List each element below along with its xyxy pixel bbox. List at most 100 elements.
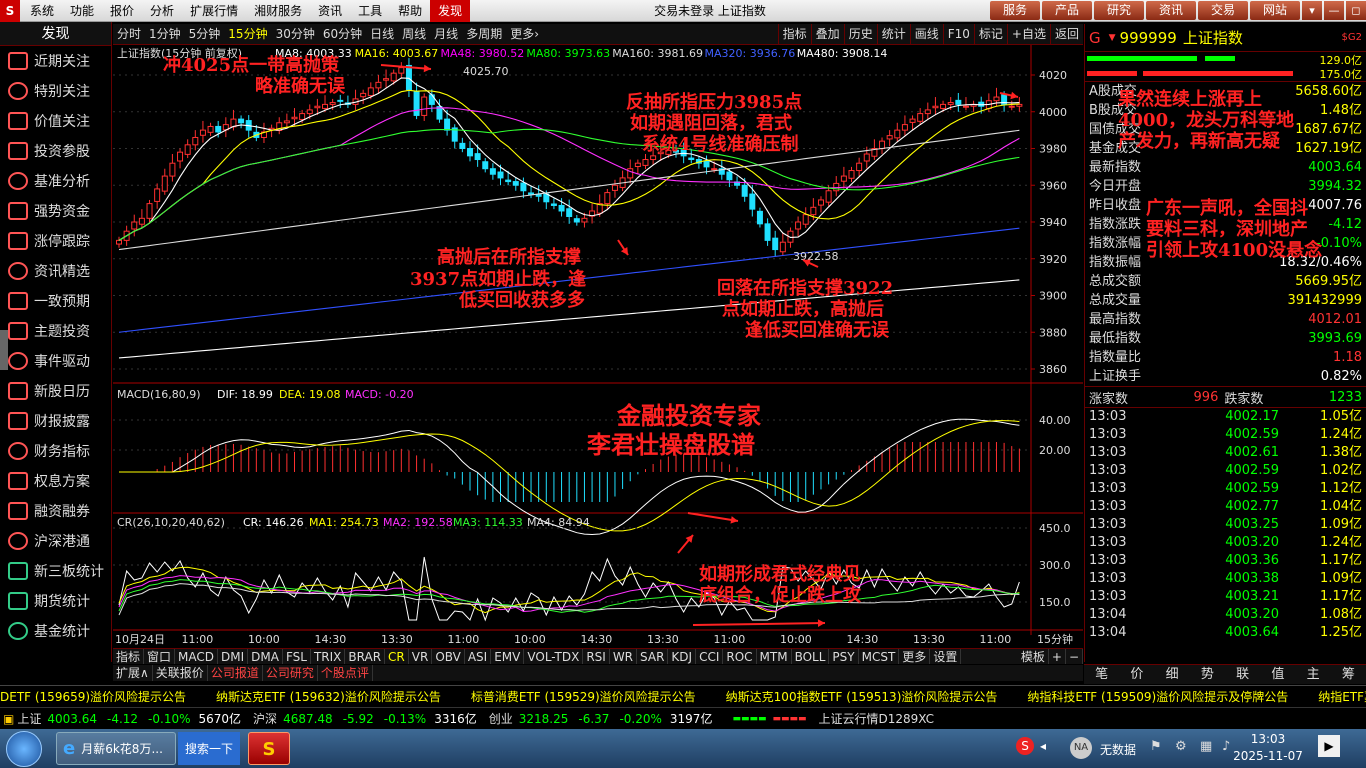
template-tab-0[interactable]: 模板 <box>1018 649 1049 664</box>
sidebar-item-12[interactable]: 财报披露 <box>0 406 111 436</box>
indicator-tab-9[interactable]: VR <box>409 649 433 664</box>
period-tab-6[interactable]: 日线 <box>366 24 398 44</box>
tray-arrow-icon[interactable]: ◂ <box>1040 739 1046 753</box>
trade-button[interactable]: 交易 <box>1198 1 1248 20</box>
sidebar-item-2[interactable]: 价值关注 <box>0 106 111 136</box>
period-tab-4[interactable]: 30分钟 <box>272 24 319 44</box>
ticker-item[interactable]: 纳指ETF嘉实 (15 <box>1318 686 1366 707</box>
indicator-tab-24[interactable]: 更多 <box>899 649 931 664</box>
service-button[interactable]: 服务 <box>990 1 1040 20</box>
sidebar-item-13[interactable]: 财务指标 <box>0 436 111 466</box>
indicator-tab-4[interactable]: DMA <box>248 649 283 664</box>
ticker-item[interactable]: 纳指科技ETF (159509)溢价风险提示及停牌公告 <box>1027 686 1288 707</box>
period-tab-3[interactable]: 15分钟 <box>224 24 271 44</box>
indicator-tab-7[interactable]: BRAR <box>345 649 386 664</box>
chart-tool-6[interactable]: 标记 <box>973 24 1007 45</box>
indicator-tab-0[interactable]: 指标 <box>113 649 145 664</box>
sidebar-item-14[interactable]: 权息方案 <box>0 466 111 496</box>
taskbar-ie-item[interactable]: e 月薪6k花8万... <box>56 732 176 765</box>
menu-function[interactable]: 功能 <box>62 0 102 22</box>
indicator-tab-20[interactable]: MTM <box>757 649 792 664</box>
quote-tab-6[interactable]: 主 <box>1307 665 1320 684</box>
sidebar-item-4[interactable]: 基准分析 <box>0 166 111 196</box>
period-tab-10[interactable]: 更多› <box>506 24 543 44</box>
menu-ext-market[interactable]: 扩展行情 <box>182 0 246 22</box>
kline-chart[interactable]: 402040003980396039403920390038803860上证指数… <box>113 45 1083 648</box>
quote-tab-5[interactable]: 值 <box>1271 665 1284 684</box>
menu-quote[interactable]: 报价 <box>102 0 142 22</box>
info-tab-0[interactable]: 扩展∧ <box>113 665 153 681</box>
menu-analysis[interactable]: 分析 <box>142 0 182 22</box>
taskbar-search[interactable]: 搜索一下 <box>178 732 240 765</box>
ticker-item[interactable]: DETF (159659)溢价风险提示公告 <box>0 686 186 707</box>
period-tab-7[interactable]: 周线 <box>398 24 430 44</box>
indicator-tab-12[interactable]: EMV <box>491 649 525 664</box>
quote-tab-4[interactable]: 联 <box>1236 665 1249 684</box>
quote-tab-0[interactable]: 笔 <box>1095 665 1108 684</box>
indicator-tab-6[interactable]: TRIX <box>311 649 346 664</box>
dropdown-icon[interactable]: ▾ <box>1302 1 1322 20</box>
info-tab-2[interactable]: 公司报道 <box>208 665 263 681</box>
sidebar-item-15[interactable]: 融资融券 <box>0 496 111 526</box>
indicator-tab-11[interactable]: ASI <box>465 649 492 664</box>
quote-tab-2[interactable]: 细 <box>1166 665 1179 684</box>
sidebar-item-16[interactable]: 沪深港通 <box>0 526 111 556</box>
period-tab-2[interactable]: 5分钟 <box>185 24 225 44</box>
indicator-tab-5[interactable]: FSL <box>283 649 311 664</box>
indicator-tab-1[interactable]: 窗口 <box>144 649 176 664</box>
chart-tool-0[interactable]: 指标 <box>777 24 811 45</box>
period-tab-9[interactable]: 多周期 <box>462 24 506 44</box>
template-tab-1[interactable]: + <box>1049 649 1066 664</box>
chart-tool-8[interactable]: 返回 <box>1049 24 1083 45</box>
sidebar-item-10[interactable]: 事件驱动 <box>0 346 111 376</box>
chart-tool-2[interactable]: 历史 <box>843 24 877 45</box>
indicator-tab-8[interactable]: CR <box>385 649 409 664</box>
sidebar-item-1[interactable]: 特别关注 <box>0 76 111 106</box>
quote-tab-3[interactable]: 势 <box>1201 665 1214 684</box>
quote-tab-1[interactable]: 价 <box>1130 665 1143 684</box>
chart-tool-4[interactable]: 画线 <box>909 24 943 45</box>
website-button[interactable]: 网站 <box>1250 1 1300 20</box>
minimize-icon[interactable]: — <box>1324 1 1344 20</box>
clock-date[interactable]: 2025-11-07 <box>1232 749 1304 763</box>
research-button[interactable]: 研究 <box>1094 1 1144 20</box>
indicator-tab-10[interactable]: OBV <box>432 649 465 664</box>
sidebar-item-0[interactable]: 近期关注 <box>0 46 111 76</box>
indicator-tab-23[interactable]: MCST <box>859 649 900 664</box>
indicator-tab-3[interactable]: DMI <box>218 649 249 664</box>
ime-icon[interactable]: S <box>1016 737 1034 755</box>
tray-network-icon[interactable]: ▦ <box>1200 739 1212 754</box>
ticker-item[interactable]: 纳斯达克ETF (159632)溢价风险提示公告 <box>216 686 441 707</box>
tray-flag-icon[interactable]: ⚑ <box>1150 739 1162 754</box>
sidebar-item-19[interactable]: 基金统计 <box>0 616 111 646</box>
ticker-item[interactable]: 纳斯达克100指数ETF (159513)溢价风险提示公告 <box>726 686 998 707</box>
quote-tab-7[interactable]: 筹 <box>1342 665 1355 684</box>
period-tab-1[interactable]: 1分钟 <box>145 24 185 44</box>
period-tab-5[interactable]: 60分钟 <box>319 24 366 44</box>
indicator-tab-2[interactable]: MACD <box>175 649 219 664</box>
template-tab-2[interactable]: − <box>1066 649 1083 664</box>
sidebar-item-7[interactable]: 资讯精选 <box>0 256 111 286</box>
tray-settings-icon[interactable]: ⚙ <box>1175 739 1187 754</box>
news-button[interactable]: 资讯 <box>1146 1 1196 20</box>
menu-help[interactable]: 帮助 <box>390 0 430 22</box>
sidebar-item-6[interactable]: 涨停跟踪 <box>0 226 111 256</box>
sidebar-item-8[interactable]: 一致预期 <box>0 286 111 316</box>
sidebar-collapse-handle[interactable] <box>0 330 8 370</box>
indicator-tab-15[interactable]: WR <box>610 649 638 664</box>
indicator-tab-16[interactable]: SAR <box>637 649 669 664</box>
show-desktop-icon[interactable]: ▶ <box>1318 735 1340 757</box>
menu-news[interactable]: 资讯 <box>310 0 350 22</box>
chart-tool-7[interactable]: +自选 <box>1006 24 1050 45</box>
period-tab-8[interactable]: 月线 <box>430 24 462 44</box>
sidebar-item-17[interactable]: 新三板统计 <box>0 556 111 586</box>
menu-tools[interactable]: 工具 <box>350 0 390 22</box>
indicator-tab-14[interactable]: RSI <box>583 649 610 664</box>
product-button[interactable]: 产品 <box>1042 1 1092 20</box>
info-tab-4[interactable]: 个股点评 <box>318 665 373 681</box>
sidebar-item-9[interactable]: 主题投资 <box>0 316 111 346</box>
ticker-item[interactable]: 标普消费ETF (159529)溢价风险提示公告 <box>471 686 696 707</box>
stock-app-icon[interactable]: S <box>248 732 290 765</box>
indicator-tab-19[interactable]: ROC <box>723 649 757 664</box>
sidebar-item-11[interactable]: 新股日历 <box>0 376 111 406</box>
